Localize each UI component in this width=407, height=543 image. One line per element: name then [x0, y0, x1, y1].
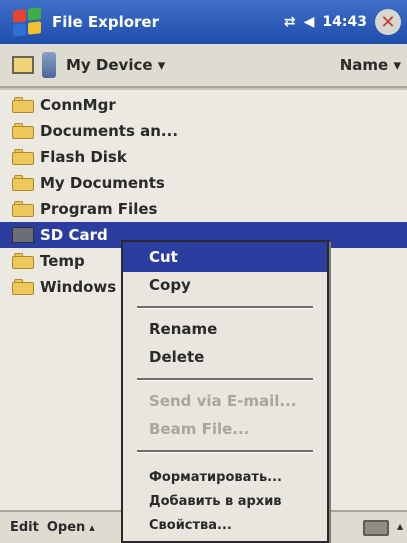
- menu-item-delete[interactable]: Delete: [123, 342, 327, 372]
- file-name: ConnMgr: [40, 96, 116, 114]
- menu-separator: [137, 378, 313, 381]
- folder-icon: [12, 279, 34, 295]
- chevron-up-icon[interactable]: ▴: [89, 521, 95, 534]
- menu-item-properties[interactable]: Свойства...: [123, 510, 327, 540]
- menu-item-rename[interactable]: Rename: [123, 314, 327, 344]
- device-icon: [42, 52, 56, 78]
- folder-icon: [12, 123, 34, 139]
- chevron-up-icon[interactable]: ▴: [397, 519, 403, 533]
- folder-up-icon[interactable]: [12, 56, 34, 74]
- file-name: My Documents: [40, 174, 165, 192]
- keyboard-icon[interactable]: [363, 520, 389, 536]
- menu-item-send-email: Send via E-mail...: [149, 392, 297, 410]
- list-item[interactable]: Flash Disk: [0, 144, 407, 170]
- list-item[interactable]: Program Files: [0, 196, 407, 222]
- menu-separator: [137, 306, 313, 309]
- volume-icon[interactable]: ◀: [304, 14, 315, 30]
- device-dropdown[interactable]: My Device ▾: [66, 56, 165, 74]
- sd-card-icon: [12, 227, 34, 243]
- open-menu[interactable]: Open: [47, 520, 85, 535]
- menu-separator: [137, 450, 313, 453]
- title-bar: File Explorer ⇄ ◀ 14:43 ✕: [0, 0, 407, 44]
- close-icon[interactable]: ✕: [375, 9, 401, 35]
- edit-menu[interactable]: Edit: [10, 520, 39, 535]
- app-title: File Explorer: [52, 13, 159, 31]
- status-area: ⇄ ◀ 14:43 ✕: [284, 9, 401, 35]
- sort-label: Name: [339, 56, 389, 74]
- file-name: Temp: [40, 252, 85, 270]
- location-bar: My Device ▾ Name ▾: [0, 44, 407, 88]
- list-item[interactable]: ConnMgr: [0, 92, 407, 118]
- list-item[interactable]: Documents an...: [0, 118, 407, 144]
- sort-dropdown[interactable]: Name ▾: [340, 56, 401, 74]
- file-name: Documents an...: [40, 122, 179, 140]
- context-menu: Cut Copy Rename Delete Send via E-mail..…: [121, 240, 329, 543]
- folder-icon: [12, 149, 34, 165]
- device-label: My Device: [66, 56, 153, 74]
- connectivity-icon[interactable]: ⇄: [284, 14, 296, 30]
- folder-icon: [12, 253, 34, 269]
- chevron-down-icon: ▾: [393, 56, 401, 74]
- folder-icon: [12, 201, 34, 217]
- list-item[interactable]: My Documents: [0, 170, 407, 196]
- folder-icon: [12, 97, 34, 113]
- folder-icon: [12, 175, 34, 191]
- windows-start-flag-icon[interactable]: [12, 7, 42, 37]
- file-name: Windows: [40, 278, 117, 296]
- chevron-down-icon: ▾: [157, 56, 166, 74]
- menu-item-beam-file: Beam File...: [149, 420, 250, 438]
- menu-item-copy[interactable]: Copy: [123, 270, 327, 300]
- file-name: Program Files: [40, 200, 158, 218]
- clock[interactable]: 14:43: [322, 14, 367, 30]
- file-name: Flash Disk: [40, 148, 127, 166]
- menu-item-cut[interactable]: Cut: [123, 242, 327, 272]
- file-name: SD Card: [40, 226, 108, 244]
